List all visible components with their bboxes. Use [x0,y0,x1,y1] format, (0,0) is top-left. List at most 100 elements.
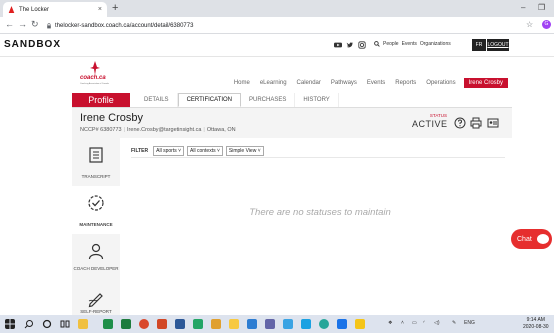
pen-workspace-icon[interactable]: ✎ [452,320,456,326]
volume-icon[interactable]: ◁) [434,320,440,326]
chat-app-icon[interactable] [319,319,329,329]
view-select-value: Simple View [228,148,257,154]
search-option-people[interactable]: People [383,41,399,47]
check-circle-icon [88,195,104,211]
cloud-app-icon[interactable] [283,319,293,329]
coach-logo[interactable]: coach.ca Coaching Association of Canada [80,61,110,89]
help-icon[interactable] [454,117,466,129]
browser-tab[interactable]: The Locker × [3,2,107,17]
clock-date: 2020-08-30 [523,324,549,330]
file-explorer-icon[interactable] [78,319,88,329]
back-arrow-icon[interactable]: ← [5,19,14,29]
print-icon[interactable] [470,117,482,129]
new-tab-button[interactable]: + [112,2,118,15]
minimize-button[interactable]: – [521,3,525,12]
powerpoint-icon[interactable] [157,319,167,329]
chevron-down-icon: ˅ [216,148,220,154]
chat-button[interactable]: Chat [511,229,552,249]
sidebar-item-coach-developer[interactable]: COACH DEVELOPER [72,234,120,282]
nav-home[interactable]: Home [234,80,250,88]
excel-icon[interactable] [121,319,131,329]
sheets-app-icon[interactable] [193,319,203,329]
site-header: coach.ca Coaching Association of Canada … [72,57,512,93]
reload-icon[interactable]: ↻ [31,19,39,30]
meta-separator: | [203,127,205,133]
sticky-notes-icon[interactable] [229,319,239,329]
id-card-icon[interactable] [487,117,499,129]
flame-favicon-icon [8,6,15,13]
editor-app-icon[interactable] [337,319,347,329]
twitter-icon[interactable] [346,41,354,49]
tab-close-icon[interactable]: × [98,6,102,13]
system-clock[interactable]: 9:14 AM 2020-08-30 [523,317,549,331]
teams-icon[interactable] [265,319,275,329]
context-select[interactable]: All contexts ˅ [187,146,223,156]
context-select-value: All contexts [190,148,216,154]
person-icon [88,243,104,260]
status-badge: ACTIVE [412,119,448,129]
notes-app-icon[interactable] [211,319,221,329]
tab-certification[interactable]: CERTIFICATION [177,93,242,107]
search-icon[interactable] [374,41,380,47]
chevron-down-icon: ˅ [178,148,182,154]
youtube-icon[interactable] [334,41,342,49]
mail-app-icon[interactable] [247,319,257,329]
nav-events[interactable]: Events [367,80,385,88]
nav-reports[interactable]: Reports [395,80,416,88]
sidebar-item-label: SELF-REPORT [80,309,112,314]
tray-app-icon[interactable]: ❖ [388,320,392,326]
tab-purchases[interactable]: PURCHASES [241,93,296,107]
restore-button[interactable]: ❐ [538,3,545,12]
cortana-icon[interactable] [42,319,52,329]
sport-select[interactable]: All sports ˅ [153,146,185,156]
browser-titlebar: The Locker × + – ❐ [0,0,554,17]
nav-elearning[interactable]: eLearning [260,80,287,88]
tray-chevron-up-icon[interactable]: ˄ [401,320,404,326]
network-icon[interactable]: ◜ [423,320,425,326]
nav-user-menu[interactable]: Irene Crosby [463,78,508,88]
maple-leaf-logo-icon [90,61,100,75]
nccp-number: NCCP# 6380773 [80,127,122,133]
tools-app-icon[interactable] [355,319,365,329]
address-bar[interactable]: thelocker-sandbox.coach.ca/account/detai… [46,20,516,31]
sidebar-item-maintenance[interactable]: MAINTENANCE [72,186,120,234]
tab-history[interactable]: HISTORY [295,93,339,107]
status-label: STATUS [429,113,447,118]
battery-icon[interactable]: ▭ [412,320,417,326]
skype-icon[interactable] [301,319,311,329]
language-indicator[interactable]: ENG [464,320,475,326]
task-view-icon[interactable] [60,319,70,329]
certification-sidebar: TRANSCRIPT MAINTENANCE COACH DEVELOPER S… [72,138,120,315]
sandbox-bar: SANDBOX People Events Organizations FR L… [0,34,554,57]
logout-button[interactable]: LOGOUT [487,39,509,51]
nav-operations[interactable]: Operations [426,80,455,88]
profile-email[interactable]: Irene.Crosby@targetinsight.ca [127,127,201,133]
profile-location: Ottawa, ON [206,127,236,133]
tab-details[interactable]: DETAILS [136,93,178,107]
profile-subnav: Profile DETAILS CERTIFICATION PURCHASES … [72,93,512,108]
instagram-icon[interactable] [358,41,366,49]
nav-calendar[interactable]: Calendar [297,80,321,88]
sandbox-label: SANDBOX [4,39,62,50]
bookmark-star-icon[interactable]: ☆ [526,20,533,29]
forward-arrow-icon[interactable]: → [18,19,27,29]
browser-profile-avatar[interactable]: G [542,20,551,29]
word-icon[interactable] [175,319,185,329]
spreadsheet-app-icon[interactable] [103,319,113,329]
search-icon[interactable] [24,319,34,329]
view-select[interactable]: Simple View ˅ [225,146,264,156]
language-toggle-button[interactable]: FR [472,39,486,51]
sidebar-item-label: MAINTENANCE [79,222,113,227]
windows-start-icon[interactable] [5,319,15,329]
search-option-events[interactable]: Events [402,41,417,47]
sidebar-item-transcript[interactable]: TRANSCRIPT [72,138,120,186]
main-nav: Home eLearning Calendar Pathways Events … [224,78,508,88]
tab-title: The Locker [19,6,50,13]
browser-toolbar: ← → ↻ thelocker-sandbox.coach.ca/account… [0,17,554,34]
top-search: People Events Organizations [374,41,451,47]
logo-text: coach.ca [80,75,106,81]
search-option-organizations[interactable]: Organizations [420,41,451,47]
chrome-icon[interactable] [139,319,149,329]
chat-label: Chat [517,235,532,243]
nav-pathways[interactable]: Pathways [331,80,357,88]
